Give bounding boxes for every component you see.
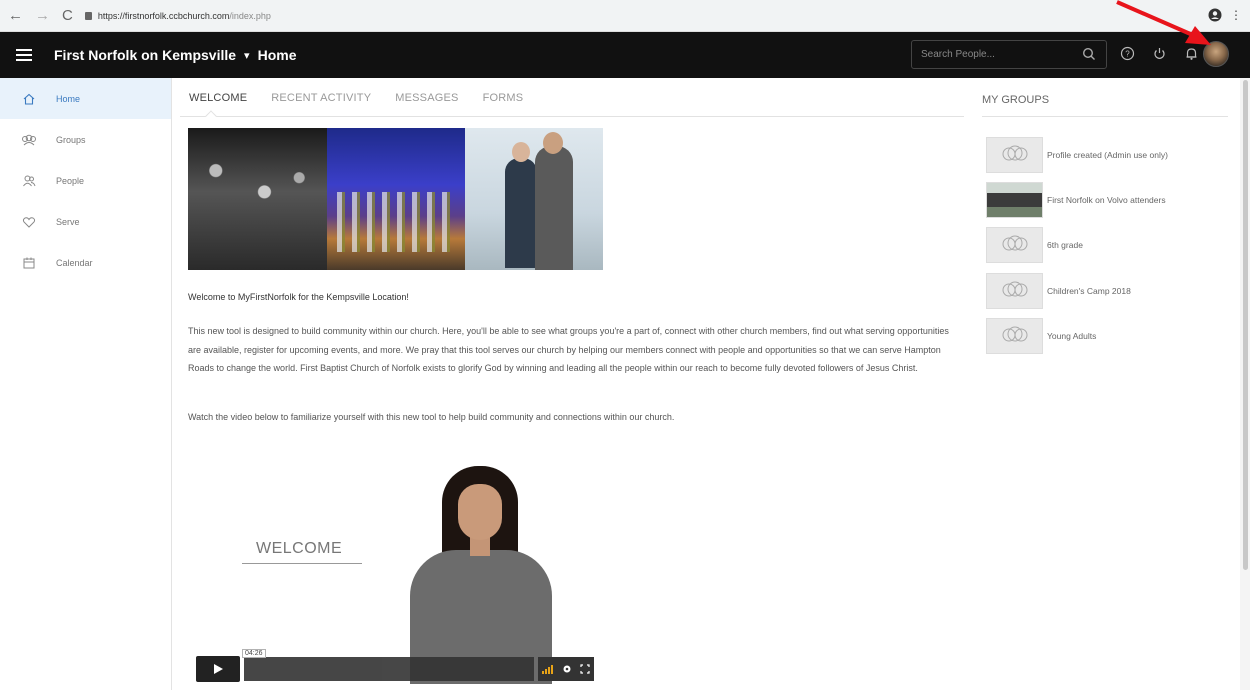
- search-icon[interactable]: [1082, 47, 1096, 61]
- sidebar-item-label: Groups: [56, 134, 86, 145]
- groups-icon: [986, 273, 1043, 309]
- fullscreen-icon[interactable]: [580, 664, 590, 674]
- groups-icon: [986, 137, 1043, 173]
- group-name: First Norfolk on Volvo attenders: [1047, 195, 1166, 205]
- banner-photo-stage: [327, 128, 465, 270]
- my-groups-title: MY GROUPS: [982, 94, 1050, 106]
- page-title: Home: [257, 47, 297, 63]
- tab-forms[interactable]: FORMS: [483, 92, 524, 104]
- browser-toolbar: ← → C https://firstnorfolk.ccbchurch.com…: [0, 0, 1250, 32]
- play-icon: [214, 664, 223, 674]
- sidebar-item-label: Home: [56, 93, 81, 104]
- menu-icon[interactable]: [16, 49, 32, 61]
- group-name: Young Adults: [1047, 331, 1097, 341]
- intro-title: Welcome to MyFirstNorfolk for the Kempsv…: [188, 292, 409, 302]
- browser-menu-icon[interactable]: ⋮: [1230, 8, 1242, 22]
- video-welcome-text: WELCOME: [256, 540, 343, 557]
- presenter-face: [458, 484, 502, 540]
- home-icon: [20, 92, 38, 106]
- people-icon: [20, 174, 38, 188]
- group-item[interactable]: Profile created (Admin use only): [986, 137, 1226, 173]
- groups-icon: [986, 227, 1043, 263]
- video-time: 04:26: [242, 649, 266, 658]
- video-controls: 04:26: [196, 649, 602, 684]
- tab-welcome[interactable]: WELCOME: [189, 92, 247, 104]
- group-item[interactable]: Children's Camp 2018: [986, 273, 1226, 309]
- sidebar-item-label: Calendar: [56, 257, 93, 268]
- url-host: https://firstnorfolk.ccbchurch.com: [97, 10, 230, 21]
- svg-text:?: ?: [1125, 49, 1130, 58]
- sidebar-item-serve[interactable]: Serve: [0, 201, 171, 242]
- search-input[interactable]: [912, 49, 1072, 60]
- tab-recent-activity[interactable]: RECENT ACTIVITY: [271, 92, 371, 104]
- back-arrow-icon[interactable]: ←: [8, 7, 23, 24]
- group-name: 6th grade: [1047, 240, 1083, 250]
- volume-icon[interactable]: [542, 664, 554, 674]
- my-groups-divider: [982, 116, 1228, 117]
- site-title[interactable]: First Norfolk on Kempsville: [54, 47, 236, 63]
- group-item[interactable]: First Norfolk on Volvo attenders: [986, 182, 1226, 218]
- address-bar[interactable]: https://firstnorfolk.ccbchurch.com/index…: [84, 10, 271, 21]
- sidebar-item-label: Serve: [56, 216, 80, 227]
- sidebar-item-people[interactable]: People: [0, 160, 171, 201]
- group-item[interactable]: Young Adults: [986, 318, 1226, 354]
- search-people: [911, 40, 1107, 69]
- sidebar-item-groups[interactable]: Groups: [0, 119, 171, 160]
- browser-nav: ← → C: [0, 7, 73, 24]
- scrollbar-thumb[interactable]: [1243, 80, 1248, 570]
- calendar-icon: [20, 256, 38, 270]
- banner-photo-worship: [188, 128, 327, 270]
- gear-icon[interactable]: [562, 664, 572, 674]
- forward-arrow-icon[interactable]: →: [35, 7, 50, 24]
- group-photo: [986, 182, 1043, 218]
- groups-icon: [986, 318, 1043, 354]
- video-settings: [538, 657, 594, 681]
- sidebar: Home Groups People Serve Calendar: [0, 78, 172, 690]
- tab-messages[interactable]: MESSAGES: [395, 92, 458, 104]
- heart-icon: [20, 215, 38, 229]
- sidebar-item-home[interactable]: Home: [0, 78, 171, 119]
- app-header: First Norfolk on Kempsville ▾ Home ?: [0, 32, 1250, 78]
- video-progress-bar[interactable]: 04:26: [242, 649, 534, 681]
- lock-icon: [84, 11, 92, 20]
- tab-divider: [180, 116, 964, 117]
- url-path: /index.php: [229, 10, 271, 21]
- video-divider: [242, 563, 362, 564]
- welcome-banner: [188, 128, 603, 270]
- watch-text: Watch the video below to familiarize you…: [188, 412, 675, 422]
- annotation-arrow-icon: [1116, 0, 1211, 45]
- group-name: Profile created (Admin use only): [1047, 150, 1168, 160]
- play-button[interactable]: [196, 656, 240, 682]
- welcome-video[interactable]: WELCOME 04:26: [196, 432, 602, 684]
- banner-photo-baptism: [465, 128, 603, 270]
- group-item[interactable]: 6th grade: [986, 227, 1226, 263]
- intro-text: This new tool is designed to build commu…: [188, 326, 949, 373]
- group-name: Children's Camp 2018: [1047, 286, 1131, 296]
- chevron-down-icon[interactable]: ▾: [244, 49, 250, 62]
- sidebar-item-label: People: [56, 175, 85, 186]
- content-tabs: WELCOME RECENT ACTIVITY MESSAGES FORMS: [189, 92, 523, 104]
- reload-icon[interactable]: C: [62, 7, 73, 24]
- active-tab-indicator: [205, 110, 217, 122]
- sidebar-item-calendar[interactable]: Calendar: [0, 242, 171, 283]
- groups-icon: [20, 133, 38, 147]
